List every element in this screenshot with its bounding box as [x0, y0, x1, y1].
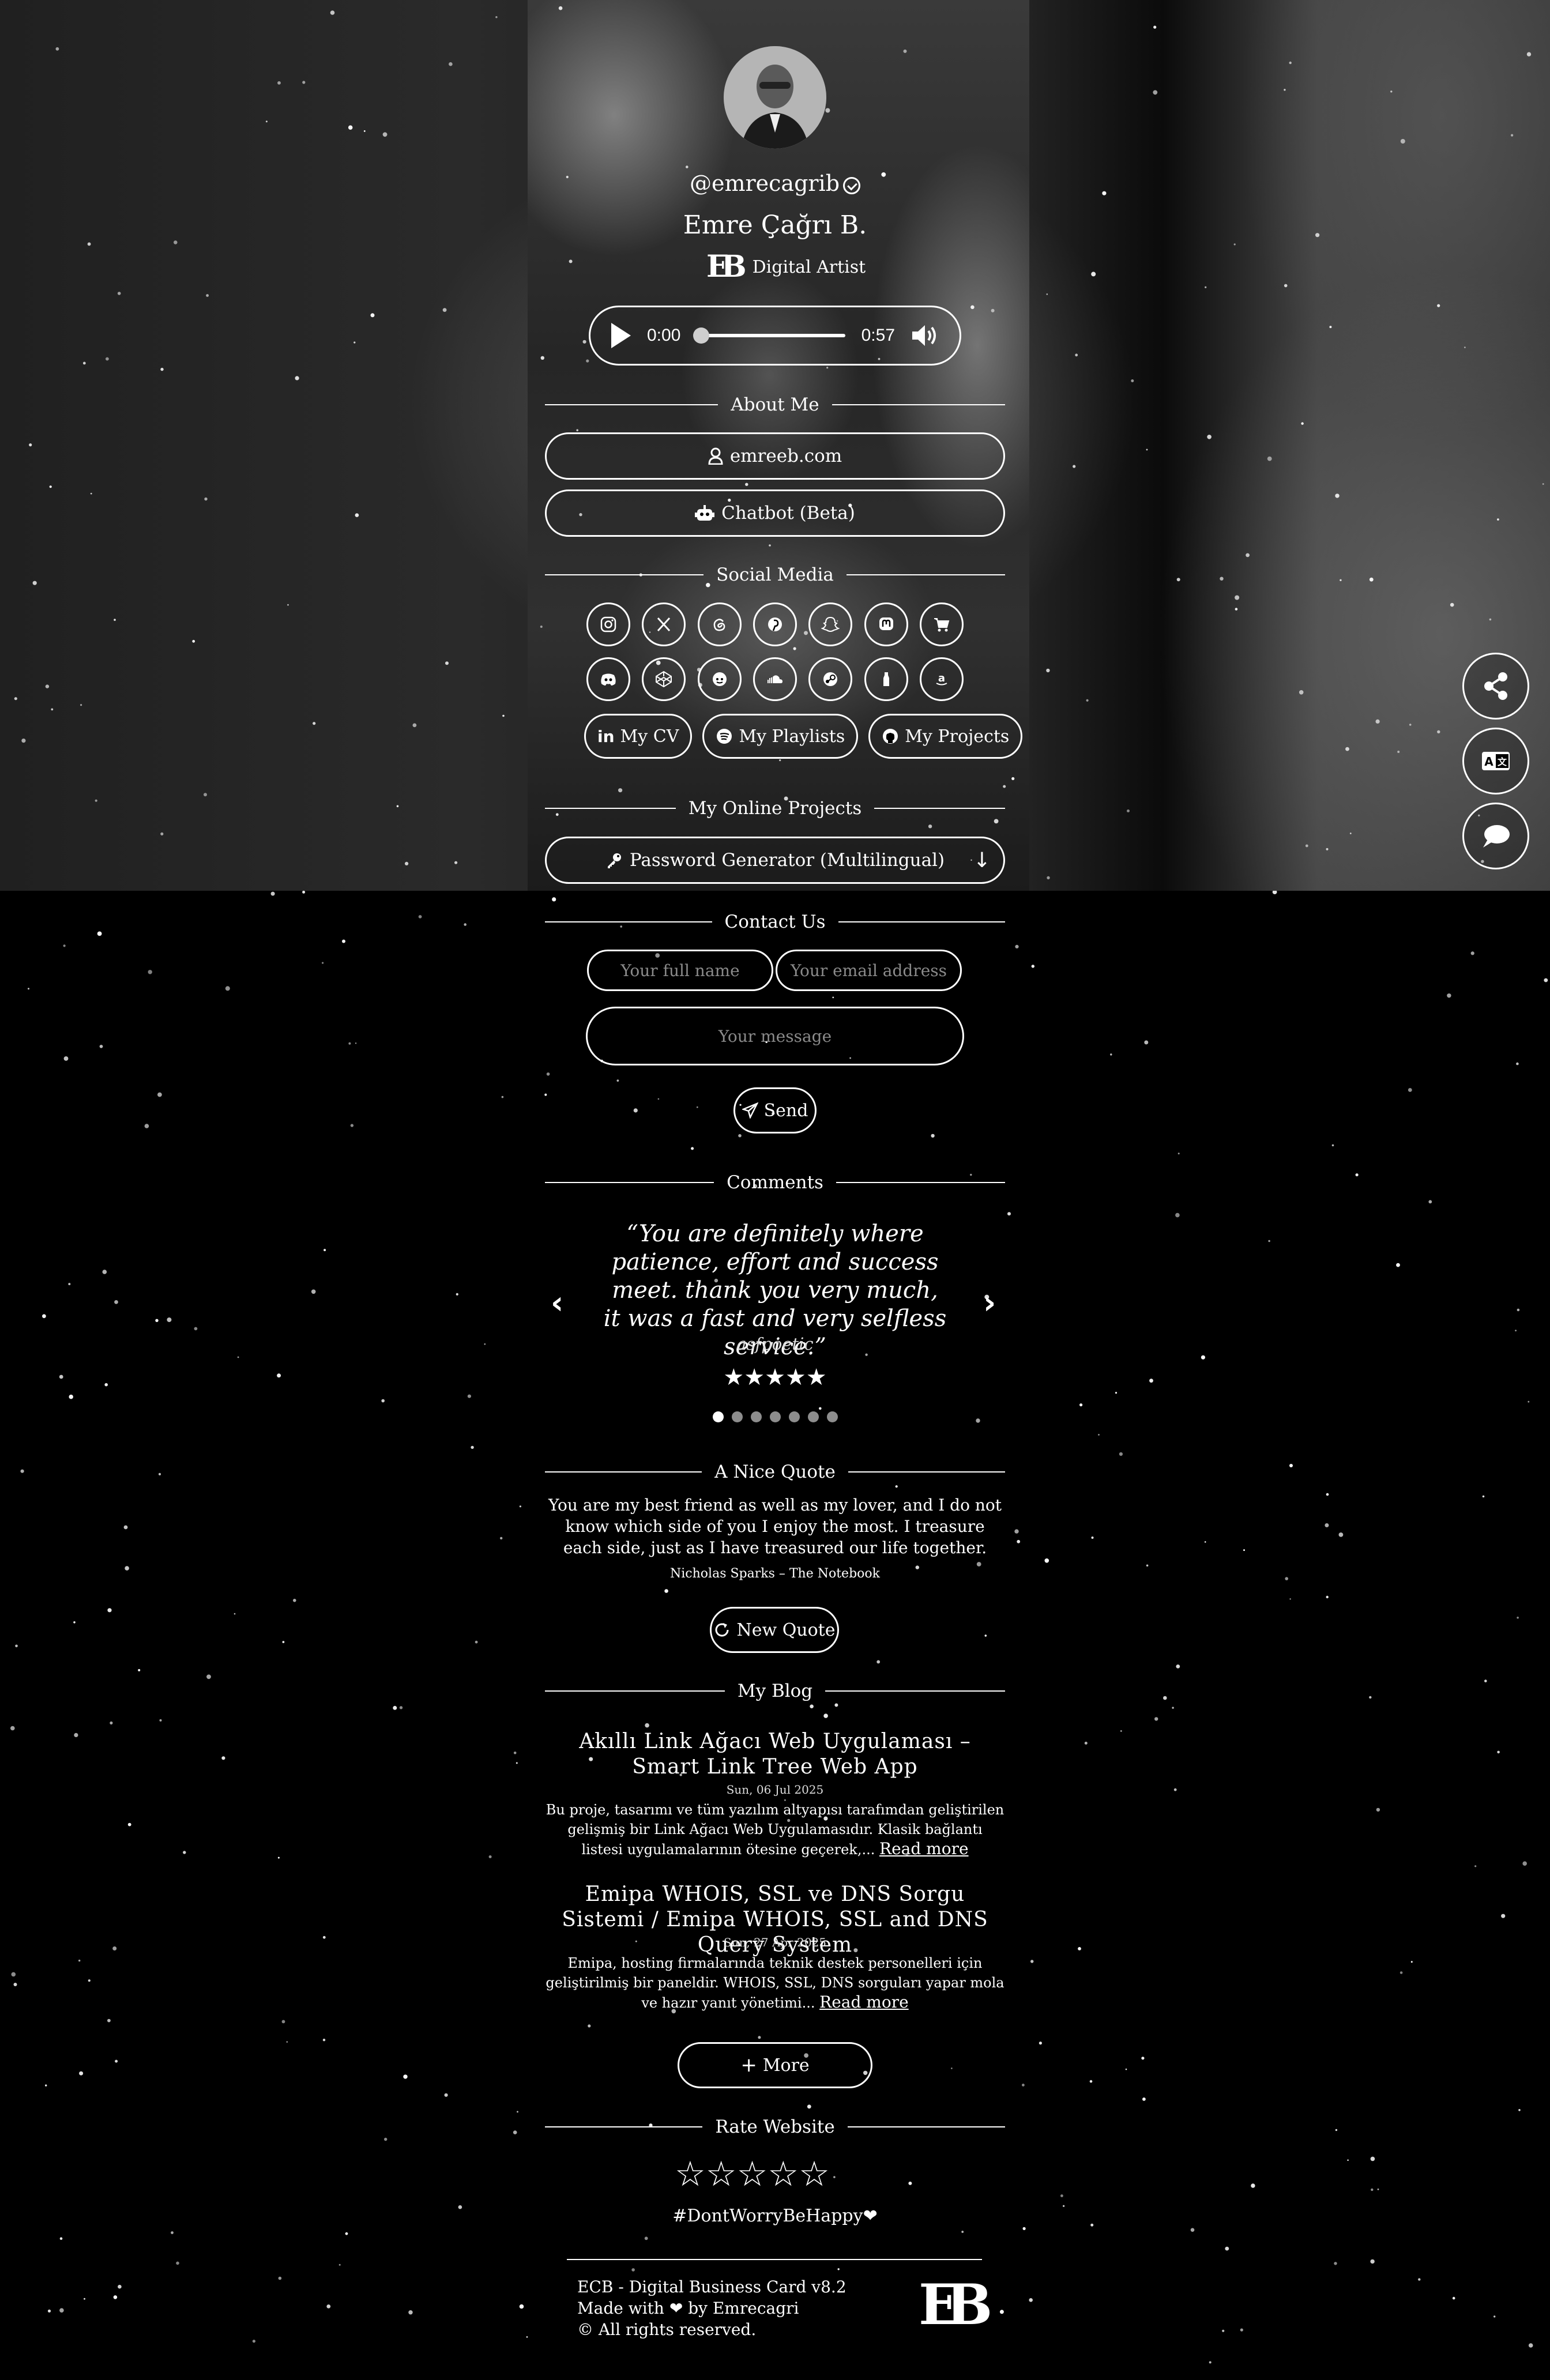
section-quote-title: A Nice Quote — [545, 1460, 1006, 1483]
message-field[interactable] — [586, 1007, 964, 1065]
carousel-dot[interactable] — [826, 1411, 838, 1422]
current-time: 0:00 — [647, 326, 681, 345]
carousel-dot[interactable] — [788, 1411, 800, 1422]
svg-text:A: A — [1484, 755, 1493, 769]
soundcloud-icon[interactable] — [753, 657, 797, 701]
spotify-icon — [717, 729, 732, 744]
instagram-icon[interactable] — [586, 602, 630, 646]
cv-button[interactable]: in My CV — [584, 714, 693, 759]
carousel-dot[interactable] — [712, 1411, 724, 1422]
monogram-logo: EB — [706, 249, 746, 284]
chatbot-button[interactable]: Chatbot (Beta) — [545, 489, 1005, 537]
translate-button[interactable]: A文 — [1462, 728, 1529, 794]
comment-author: asfpoetic — [736, 1334, 814, 1354]
threads-icon[interactable] — [697, 602, 742, 646]
social-icons-row-1 — [586, 602, 964, 646]
share-button[interactable] — [1462, 653, 1529, 720]
refresh-icon — [716, 1623, 729, 1637]
carousel-dots — [545, 1411, 1005, 1422]
section-projects-title: My Online Projects — [545, 797, 1006, 820]
send-button[interactable]: Send — [733, 1087, 817, 1133]
website-link-button[interactable]: emreeb.com — [545, 432, 1005, 480]
codepen-icon[interactable] — [642, 657, 686, 701]
shopping-cart-icon[interactable] — [919, 602, 964, 646]
comment-rating: ★★★★★ — [723, 1364, 827, 1391]
user-icon — [708, 447, 723, 465]
blog-post-excerpt: Emipa, hosting firmalarında teknik deste… — [545, 1955, 1005, 2012]
profile-name: Emre Çağrı B. — [683, 210, 867, 240]
avatar — [724, 46, 826, 149]
snapchat-icon[interactable] — [808, 602, 853, 646]
playlists-button[interactable]: My Playlists — [702, 714, 859, 759]
blog-post-title[interactable]: Akıllı Link Ağacı Web Uygulaması – Smart… — [545, 1729, 1005, 1780]
email-field[interactable] — [776, 950, 962, 991]
section-blog-title: My Blog — [545, 1679, 1005, 1703]
project-password-generator[interactable]: Password Generator (Multilingual) ↓ — [545, 837, 1005, 884]
github-icon — [883, 729, 898, 744]
carousel-dot[interactable] — [750, 1411, 762, 1422]
name-field[interactable] — [587, 950, 773, 991]
steam-icon[interactable] — [808, 657, 853, 701]
new-quote-button[interactable]: New Quote — [710, 1607, 839, 1653]
volume-icon[interactable] — [911, 323, 939, 348]
chat-button[interactable] — [1462, 803, 1529, 869]
chat-icon — [1483, 825, 1510, 848]
section-rate-title: Rate Website — [545, 2115, 1005, 2138]
play-icon[interactable] — [611, 323, 631, 348]
reddit-icon[interactable] — [697, 657, 742, 701]
seek-bar[interactable] — [693, 327, 845, 344]
translate-icon: A文 — [1482, 752, 1510, 770]
prev-comment-button[interactable]: ‹ — [551, 1285, 563, 1321]
paper-plane-icon — [742, 1102, 758, 1119]
next-comment-button[interactable]: › — [983, 1285, 996, 1321]
pinterest-icon[interactable] — [753, 602, 797, 646]
section-contact-title: Contact Us — [545, 910, 1005, 933]
robot-icon — [695, 505, 715, 521]
duration: 0:57 — [861, 326, 895, 345]
plus-icon: + — [740, 2054, 757, 2077]
profile-role: EB Digital Artist — [706, 247, 866, 287]
read-more-link[interactable]: Read more — [819, 1993, 909, 2012]
arrow-down-icon[interactable]: ↓ — [973, 849, 991, 872]
carousel-dot[interactable] — [807, 1411, 819, 1422]
carousel-dot[interactable] — [731, 1411, 743, 1422]
rate-stars[interactable]: ☆☆☆☆☆ — [675, 2154, 830, 2194]
section-comments-title: Comments — [545, 1171, 1006, 1194]
social-icons-row-2: a — [586, 657, 964, 701]
amazon-icon[interactable]: a — [919, 657, 964, 701]
projects-button[interactable]: My Projects — [868, 714, 1023, 759]
share-icon — [1484, 672, 1507, 700]
section-about-title: About Me — [545, 393, 1006, 416]
social-buttons-row: in My CV My Playlists My Projects — [584, 714, 1023, 759]
discord-icon[interactable] — [586, 657, 630, 701]
more-posts-button[interactable]: + More — [678, 2042, 872, 2088]
hashtag: #DontWorryBeHappy❤ — [672, 2206, 878, 2226]
footer-text: ECB - Digital Business Card v8.2 Made wi… — [577, 2277, 847, 2339]
quote-source: Nicholas Sparks – The Notebook — [670, 1566, 880, 1581]
audio-player: 0:00 0:57 — [589, 306, 961, 366]
seek-handle[interactable] — [693, 327, 710, 344]
key-icon — [607, 853, 621, 868]
mastodon-icon[interactable] — [864, 602, 908, 646]
svg-text:文: 文 — [1498, 756, 1507, 767]
blog-post-date: Sun, 27 Apr 2025 — [723, 1935, 827, 1949]
verified-icon — [843, 176, 861, 194]
linkedin-icon: in — [597, 726, 615, 746]
section-social-title: Social Media — [545, 563, 1006, 586]
blog-post-excerpt: Bu proje, tasarımı ve tüm yazılım altyap… — [545, 1802, 1005, 1858]
x-icon[interactable] — [642, 602, 686, 646]
username: @emrecagrib — [545, 171, 1005, 196]
footer-divider — [567, 2259, 982, 2260]
blog-post-date: Sun, 06 Jul 2025 — [726, 1783, 824, 1797]
untappd-icon[interactable] — [864, 657, 908, 701]
carousel-dot[interactable] — [769, 1411, 781, 1422]
read-more-link[interactable]: Read more — [879, 1839, 969, 1858]
svg-text:a: a — [938, 672, 945, 684]
footer-monogram-logo: EB — [919, 2272, 992, 2337]
quote-text: You are my best friend as well as my lov… — [548, 1496, 1002, 1557]
profile-title: Digital Artist — [752, 257, 866, 277]
